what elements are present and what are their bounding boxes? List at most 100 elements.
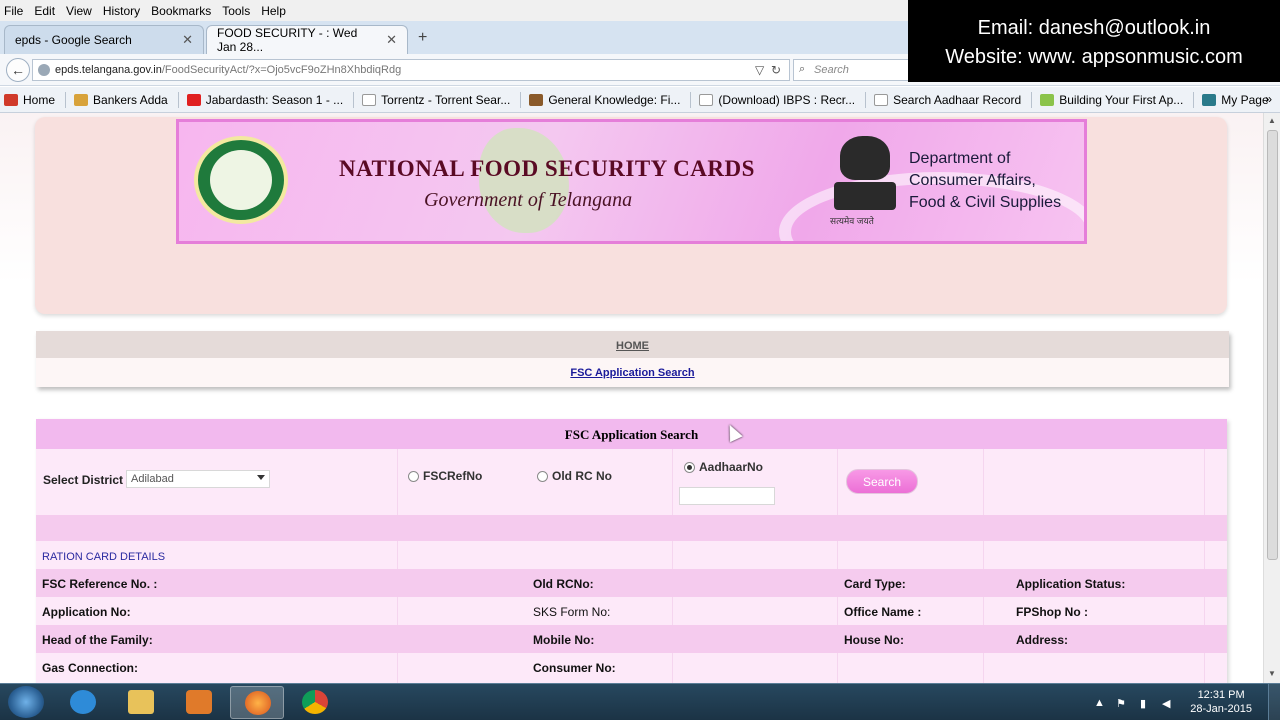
address-bar[interactable]: epds.telangana.gov.in/FoodSecurityAct/?x… [32,59,790,81]
start-button[interactable] [8,686,44,718]
globe-icon [38,64,50,76]
application-no-label: Application No: [42,605,131,619]
tab-food-security[interactable]: FOOD SECURITY - : Wed Jan 28... ✕ [206,25,408,54]
show-desktop-button[interactable] [1268,684,1280,720]
dropdown-arrow-icon[interactable]: ▽ [755,63,764,77]
search-button[interactable]: Search [846,469,918,494]
menu-help[interactable]: Help [261,4,286,18]
clock-time: 12:31 PM [1197,689,1245,701]
bookmark-ibps[interactable]: (Download) IBPS : Recr... [699,93,855,107]
table-row: FSC Reference No. : Old RCNo: Card Type:… [36,569,1227,597]
chrome-icon [302,690,328,714]
youtube-icon [186,93,201,106]
menu-bookmarks[interactable]: Bookmarks [151,4,211,18]
old-rcno-label: Old RCNo: [533,577,594,591]
menu-tools[interactable]: Tools [222,4,250,18]
home-icon [4,93,18,106]
tab-label: epds - Google Search [15,33,132,47]
taskbar-ie[interactable] [56,686,110,719]
tray-expand-icon[interactable]: ▲ [1094,697,1105,709]
search-row: Select District : Adilabad FSCRefNo Old … [36,449,1227,515]
bookmark-torrentz[interactable]: Torrentz - Torrent Sear... [362,93,510,107]
spacer-row [36,515,1227,541]
bookmark-home[interactable]: Home [4,93,55,107]
scrollbar-thumb[interactable] [1267,130,1278,560]
menu-history[interactable]: History [103,4,140,18]
reload-icon[interactable]: ↻ [771,63,781,77]
bookmark-label: Home [23,92,56,107]
card-type-label: Card Type: [844,577,906,591]
home-link[interactable]: HOME [36,331,1229,358]
table-row: Head of the Family: Mobile No: House No:… [36,625,1227,653]
clock[interactable]: 12:31 PM 28-Jan-2015 [1190,688,1252,716]
vertical-scrollbar[interactable]: ▲ ▼ [1263,113,1280,683]
bookmark-label: General Knowledge: Fi... [548,92,681,107]
bookmark-label: Torrentz - Torrent Sear... [381,92,511,107]
chevron-down-icon [257,475,265,480]
internet-explorer-icon [70,690,96,714]
district-label: Select District : [43,473,131,487]
radio-icon [408,470,419,482]
taskbar-explorer[interactable] [114,686,168,719]
overlay-email: Email: danesh@outlook.in [977,17,1211,39]
taskbar-media[interactable] [172,686,226,719]
url-path: /FoodSecurityAct/?x=Ojo5vcF9oZHn8XhbdiqR… [161,64,402,76]
fsc-search-link[interactable]: FSC Application Search [36,358,1229,387]
page-icon [362,93,377,106]
bookmark-aadhaar[interactable]: Search Aadhaar Record [874,93,1021,107]
radio-fscrefno[interactable]: FSCRefNo [408,469,482,483]
district-select[interactable]: Adilabad [126,470,270,488]
scroll-down-icon[interactable]: ▼ [1268,669,1276,678]
fsc-reference-label: FSC Reference No. : [42,577,158,591]
consumer-no-label: Consumer No: [533,661,616,675]
fsc-search-panel: FSC Application Search Select District :… [36,419,1227,683]
application-status-label: Application Status: [1016,577,1126,591]
aadhaar-input[interactable] [679,487,775,505]
back-button[interactable]: ← [6,58,30,82]
media-player-icon [186,690,212,714]
firefox-icon [245,691,271,715]
separator [1031,91,1033,108]
head-of-family-label: Head of the Family: [42,633,153,647]
page-icon [699,93,714,106]
bookmark-bankers-adda[interactable]: Bankers Adda [74,93,168,107]
scroll-up-icon[interactable]: ▲ [1268,116,1276,125]
web-page: NATIONAL FOOD SECURITY CARDS Government … [0,113,1263,683]
search-placeholder: Search [814,64,849,76]
bookmark-icon [529,93,544,106]
bookmark-jabardasth[interactable]: Jabardasth: Season 1 - ... [186,93,343,107]
bookmark-general-knowledge[interactable]: General Knowledge: Fi... [529,93,680,107]
table-row: Gas Connection: Consumer No: [36,653,1227,681]
radio-old-rc-no[interactable]: Old RC No [537,469,612,483]
close-icon[interactable]: ✕ [386,32,397,48]
tab-google-search[interactable]: epds - Google Search ✕ [4,25,204,54]
separator [177,91,179,108]
watermark-overlay: Email: danesh@outlook.in Website: www. a… [908,0,1280,82]
bookmark-label: Search Aadhaar Record [893,92,1022,107]
bookmarks-overflow-button[interactable]: » [1265,92,1272,106]
flag-icon[interactable]: ⚑ [1116,697,1126,710]
taskbar-firefox[interactable] [230,686,284,719]
overlay-website: Website: www. appsonmusic.com [945,46,1243,68]
menu-edit[interactable]: Edit [34,4,55,18]
separator [520,91,522,108]
sks-form-label: SKS Form No: [533,605,611,619]
url-host: epds.telangana.gov.in [55,64,162,76]
separator [865,91,867,108]
windows-taskbar: ▲ ⚑ ▮ ◀ 12:31 PM 28-Jan-2015 [0,683,1280,720]
radio-aadhaarno[interactable]: AadhaarNo [684,460,763,474]
taskbar-chrome[interactable] [288,686,342,719]
banner-subtitle: Government of Telangana [424,189,633,211]
menu-file[interactable]: File [4,4,23,18]
close-icon[interactable]: ✕ [182,32,193,48]
menu-view[interactable]: View [66,4,92,18]
district-value: Adilabad [131,473,174,485]
bookmark-building-app[interactable]: Building Your First Ap... [1040,93,1183,107]
search-input[interactable]: ⌕ Search [793,59,913,81]
new-tab-button[interactable]: + [418,29,427,47]
network-icon[interactable]: ▮ [1140,697,1146,710]
bookmark-my-page[interactable]: My Page [1202,93,1269,107]
mobile-no-label: Mobile No: [533,633,595,647]
volume-icon[interactable]: ◀ [1162,697,1170,710]
bookmarks-toolbar: Home Bankers Adda Jabardasth: Season 1 -… [0,87,1280,113]
